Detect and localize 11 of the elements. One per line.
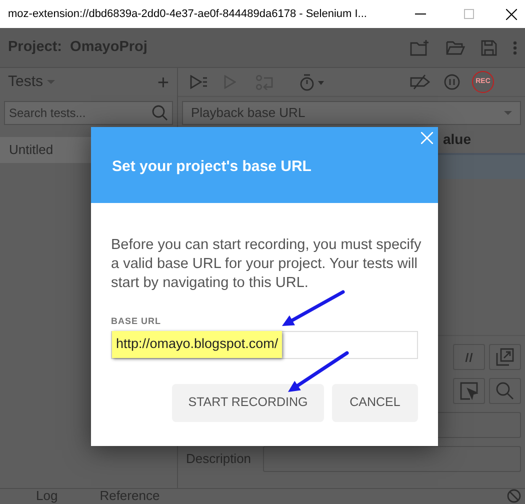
window-title: moz-extension://dbd6839a-2dd0-4e37-ae0f-844489da6178 - Selenium I... bbox=[7, 6, 368, 22]
cancel-button[interactable]: CANCEL bbox=[332, 384, 418, 422]
playback-url-dropdown[interactable]: Playback base URL bbox=[182, 101, 521, 125]
base-url-field[interactable]: http://omayo.blogspot.com/ bbox=[111, 330, 418, 358]
start-recording-button[interactable]: START RECORDING bbox=[172, 384, 324, 422]
base-url-value: http://omayo.blogspot.com/ bbox=[112, 331, 282, 358]
search-field[interactable]: Search tests... bbox=[4, 101, 173, 125]
column-header: alue bbox=[443, 130, 472, 148]
dialog-message: Before you can start recording, you must specify a valid base URL for your project. Your tests will start by navigating to this URL. bbox=[110, 236, 422, 293]
add-test-button[interactable]: + bbox=[157, 72, 169, 92]
field-label: BASE URL bbox=[111, 315, 162, 328]
